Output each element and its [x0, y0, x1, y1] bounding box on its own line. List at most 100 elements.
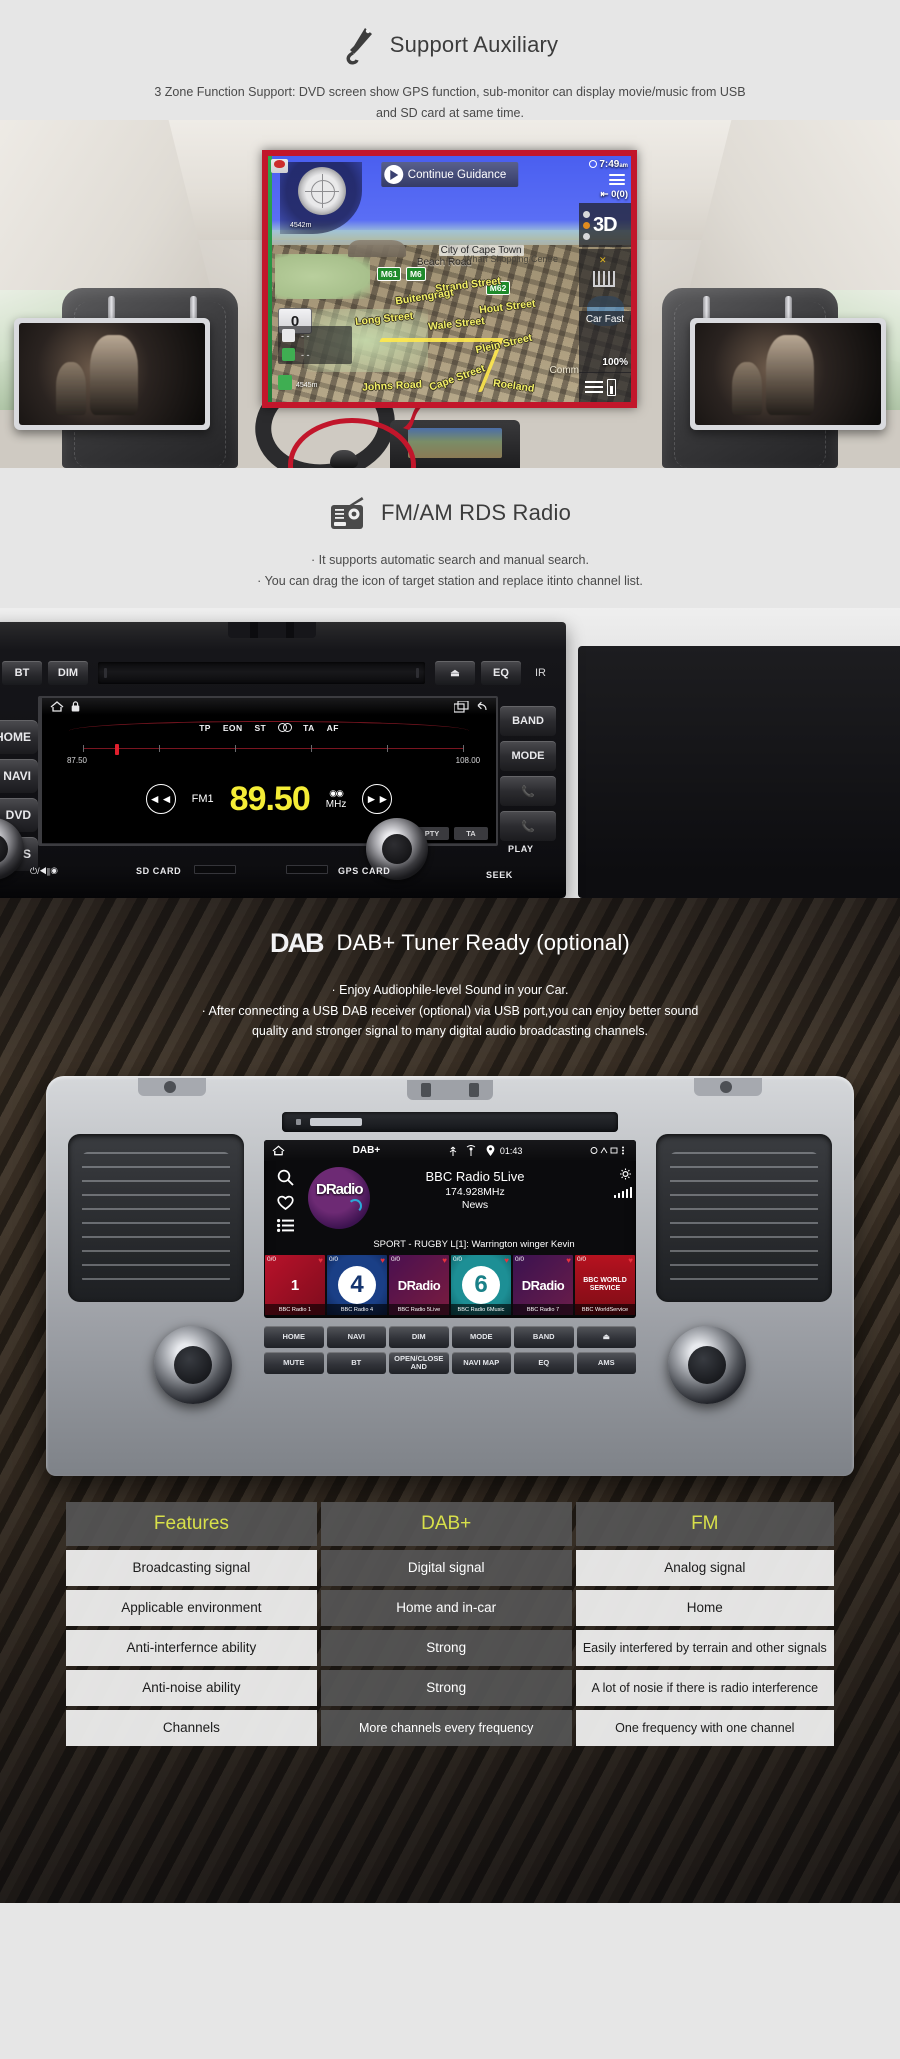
fm-value: A lot of nosie if there is radio interfe… [575, 1670, 834, 1706]
clock-readout: 7:49am [589, 159, 628, 170]
table-row: Channels More channels every frequency O… [66, 1710, 834, 1746]
settings-icon[interactable] [619, 1168, 632, 1180]
poi-panel[interactable]: ✕ [579, 249, 631, 307]
heart-icon[interactable] [276, 1195, 294, 1210]
hw-key-navi[interactable]: NAVI [326, 1326, 386, 1348]
band-key[interactable]: BAND [500, 706, 556, 736]
station-tile[interactable]: 0/0 ♥ BBC WORLD SERVICE BBC WorldService [575, 1255, 635, 1315]
home-key[interactable]: HOME [0, 720, 38, 754]
back-icon[interactable] [476, 701, 488, 713]
home-icon[interactable] [50, 701, 64, 712]
gps-map: 4542m Continue Guidance 7:49am ⇤ 0(0) 3D… [268, 156, 631, 402]
product-page: Support Auxiliary 3 Zone Function Suppor… [0, 0, 900, 1903]
park-area [275, 254, 370, 299]
dab-right-icons [582, 1161, 636, 1239]
heart-icon[interactable]: ♥ [566, 1256, 571, 1265]
heart-icon[interactable]: ♥ [504, 1256, 509, 1265]
hw-key-home[interactable]: HOME [264, 1326, 324, 1348]
continue-guidance-button[interactable]: Continue Guidance [380, 162, 519, 187]
city-skyline-icon [593, 271, 615, 287]
hw-key-mode[interactable]: MODE [451, 1326, 511, 1348]
sd-card-slot[interactable] [194, 865, 236, 874]
lane-assist-panel: - - - - [278, 326, 352, 364]
search-icon[interactable] [277, 1169, 294, 1186]
gps-bottom-controls[interactable] [579, 372, 631, 402]
dim-button[interactable]: DIM [48, 661, 88, 685]
heart-icon[interactable]: ♥ [318, 1256, 323, 1265]
heart-icon[interactable]: ♥ [628, 1256, 633, 1265]
sd-card-label: SD CARD [136, 866, 182, 876]
list-icon[interactable] [585, 378, 603, 396]
air-vent-right [656, 1134, 832, 1302]
routing-mode-label: Car [585, 314, 602, 325]
hw-key-dim[interactable]: DIM [389, 1326, 449, 1348]
recent-apps-icon[interactable] [454, 700, 469, 713]
table-row: Anti-interfernce ability Strong Easily i… [66, 1630, 834, 1666]
view-mode-toggle[interactable]: 3D [579, 203, 631, 247]
fm-value: One frequency with one channel [575, 1710, 834, 1746]
signal-strength-icon [613, 1187, 632, 1198]
eject-icon[interactable]: ⏏ [576, 1326, 636, 1348]
radio-hardware-photo: TP EON ST TA AF 87.50 108.00 [0, 608, 900, 898]
hw-key-open-close[interactable]: OPEN/CLOSE AND [389, 1352, 449, 1374]
ta-tag[interactable]: TA [454, 827, 488, 840]
tuning-cursor[interactable] [114, 744, 119, 755]
list-icon[interactable] [276, 1218, 294, 1232]
eq-button[interactable]: EQ [481, 661, 521, 685]
unit-footer: ⏻/◀⦀◉ SD CARD GPS CARD [0, 854, 566, 882]
hw-key-eq[interactable]: EQ [514, 1352, 574, 1374]
air-vent-left [68, 1134, 244, 1302]
scale-min-label: 87.50 [66, 756, 87, 765]
band-label: FM1 [191, 793, 214, 805]
eject-button[interactable]: ⏏ [435, 661, 475, 685]
hw-key-band[interactable]: BAND [514, 1326, 574, 1348]
fm-bullet-1: · It supports automatic search and manua… [311, 553, 589, 567]
feature-name: Channels [66, 1710, 317, 1746]
dab-bullet-1: · Enjoy Audiophile-level Sound in your C… [331, 983, 569, 997]
lane-icon [282, 348, 295, 361]
route-shield: M6 [405, 266, 426, 281]
lock-icon[interactable] [71, 701, 80, 712]
station-tile[interactable]: 0/0 ♥ DRadio BBC Radio 5Live [389, 1255, 449, 1315]
app-logo-icon [271, 159, 288, 173]
volume-knob-left[interactable] [154, 1326, 232, 1404]
preset-button[interactable]: 289.50 [155, 843, 269, 844]
bt-button[interactable]: BT [2, 661, 42, 685]
hw-key-ams[interactable]: AMS [576, 1352, 636, 1374]
gps-card-slot[interactable] [286, 865, 328, 874]
navi-key[interactable]: NAVI [0, 759, 38, 793]
antenna-icon [466, 1145, 476, 1156]
dab-logo: DAB [270, 927, 324, 958]
hw-key-mute[interactable]: MUTE [264, 1352, 324, 1374]
lane-strip [268, 156, 272, 402]
station-tile[interactable]: 0/0 ♥ 1 BBC Radio 1 [265, 1255, 325, 1315]
hw-key-navi-map[interactable]: NAVI MAP [451, 1352, 511, 1374]
dab-bullet-2: · After connecting a USB DAB receiver (o… [201, 1003, 699, 1018]
station-genre: News [461, 1198, 489, 1211]
tuning-knob-right[interactable] [668, 1326, 746, 1404]
seek-down-button[interactable]: ◄◄ [145, 784, 176, 814]
home-icon[interactable] [272, 1145, 285, 1156]
end-call-icon[interactable]: 📞 [500, 811, 556, 841]
station-artwork: DRadio [308, 1167, 370, 1229]
answer-call-icon[interactable]: 📞 [500, 776, 556, 806]
disc-slot[interactable] [98, 662, 425, 684]
close-icon[interactable]: ✕ [599, 255, 607, 266]
heart-icon[interactable]: ♥ [380, 1256, 385, 1265]
tuning-scale[interactable]: 87.50 108.00 [42, 744, 496, 771]
table-mountain [347, 239, 406, 257]
preset-button[interactable]: 189.75 [42, 843, 156, 844]
comm-label: Comm [549, 365, 579, 376]
radio-unit-secondary: TP EON ST TA AF 87.50 108.00 [578, 646, 900, 898]
seek-up-button[interactable]: ►► [362, 784, 393, 814]
section-fm-am-radio: FM/AM RDS Radio · It supports automatic … [0, 468, 900, 608]
hw-key-bt[interactable]: BT [326, 1352, 386, 1374]
station-tile[interactable]: 0/0 ♥ 6 BBC Radio 6Music [451, 1255, 511, 1315]
heart-icon[interactable]: ♥ [442, 1256, 447, 1265]
unit-label: MHz [325, 798, 347, 810]
disc-slot[interactable] [282, 1112, 618, 1132]
station-tile[interactable]: 0/0 ♥ 4 BBC Radio 4 [327, 1255, 387, 1315]
mode-key[interactable]: MODE [500, 741, 556, 771]
menu-icon[interactable] [609, 174, 625, 185]
station-tile[interactable]: 0/0 ♥ DRadio BBC Radio 7 [513, 1255, 573, 1315]
